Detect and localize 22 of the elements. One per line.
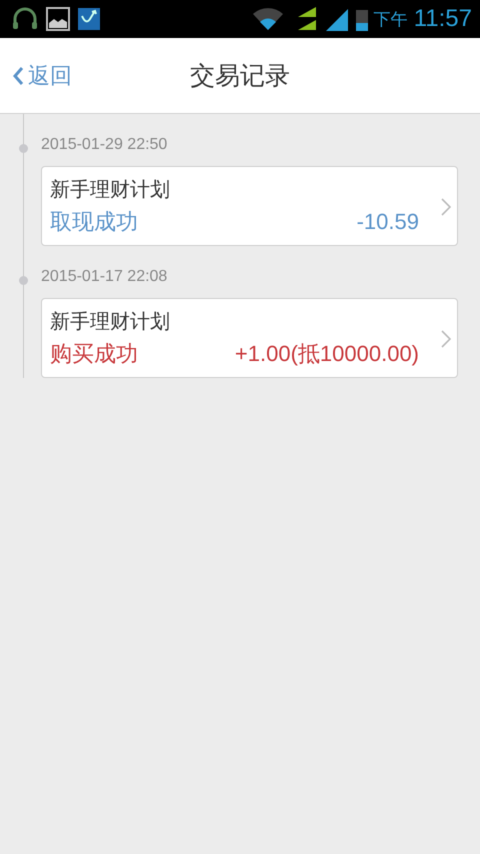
- clock-period: 下午: [374, 8, 408, 30]
- signal-icon: [324, 7, 350, 31]
- amount: -10.59: [356, 208, 419, 236]
- product-name: 新手理财计划: [50, 176, 171, 203]
- chevron-right-icon: [441, 329, 451, 349]
- wifi-icon: [252, 8, 284, 30]
- clock-time: 11:57: [414, 5, 472, 33]
- image-icon: [46, 7, 70, 31]
- chevron-left-icon: [12, 66, 24, 86]
- headphones-icon: [12, 7, 38, 31]
- chevron-right-icon: [441, 197, 451, 217]
- app-icon: [78, 7, 100, 31]
- amount: +1.00(抵10000.00): [234, 340, 419, 368]
- status-label: 购买成功: [50, 340, 138, 368]
- record-card[interactable]: 新手理财计划 取现成功 -10.59: [41, 166, 458, 246]
- record-time: 2015-01-17 22:08: [41, 268, 168, 287]
- record-time: 2015-01-29 22:50: [41, 136, 168, 155]
- battery-icon: [356, 7, 368, 31]
- status-label: 取现成功: [50, 208, 138, 236]
- page-title: 交易记录: [190, 60, 290, 92]
- record-card[interactable]: 新手理财计划 购买成功 +1.00(抵10000.00): [41, 298, 458, 378]
- product-name: 新手理财计划: [50, 308, 171, 335]
